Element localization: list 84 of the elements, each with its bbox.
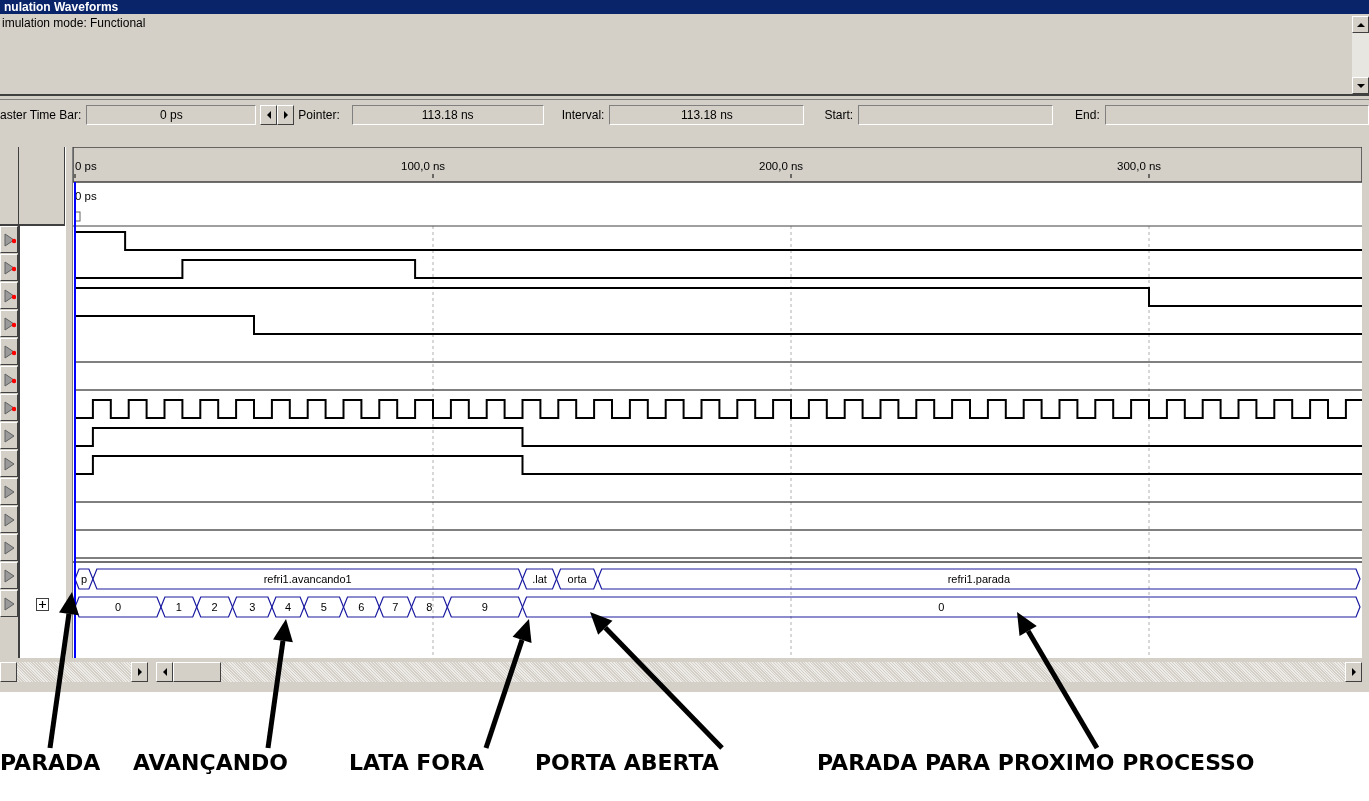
pin-type-button[interactable] [0,254,18,281]
input-pin-icon [2,315,16,332]
bus-value: refri1.parada [597,568,1361,590]
previous-transition-button[interactable] [260,105,278,125]
master-time-field[interactable]: 0 ps [86,105,257,125]
input-pin-icon [2,343,16,360]
annotation-label: LATA FORA [349,750,485,775]
output-pin-icon [2,483,16,500]
expand-button[interactable] [36,597,49,611]
pin-type-button[interactable] [0,394,18,421]
bus-value: 0 [521,596,1361,618]
start-label: Start: [824,108,854,122]
scroll-right-button[interactable] [131,662,148,682]
pin-type-button[interactable] [0,506,18,533]
output-pin-icon [2,595,16,612]
pin-type-button[interactable] [0,282,18,309]
pin-type-button[interactable] [0,366,18,393]
time-ruler-label: 300,0 ns [1117,160,1162,179]
annotation-label: PORTA ABERTA [535,750,719,775]
horizontal-scrollbar[interactable] [17,662,148,682]
output-pin-icon [2,511,16,528]
pin-type-button[interactable] [0,338,18,365]
scrollbar-thumb[interactable] [173,662,221,682]
output-pin-icon [2,455,16,472]
master-time-bar-label: aster Time Bar: [0,108,82,122]
bus-value: 1 [160,596,198,618]
pin-type-button[interactable] [0,562,18,589]
scroll-right-button[interactable] [1345,662,1362,682]
pin-type-button[interactable] [0,590,18,617]
output-pin-icon [2,567,16,584]
annotation-label: PARADA [0,750,101,775]
end-field[interactable] [1104,105,1369,125]
interval-label: Interval: [561,108,605,122]
bus-value: refri1.avancando1 [92,568,524,590]
plus-icon [39,600,46,608]
output-pin-icon [2,427,16,444]
pin-type-button[interactable] [0,478,18,505]
bus-value: 9 [446,596,524,618]
time-marker-label: 0 ps [75,190,97,202]
output-pin-icon [2,539,16,556]
scroll-down-button[interactable] [1352,77,1369,94]
bus-value: .lat [521,568,558,590]
pin-type-button[interactable] [0,422,18,449]
window-title: nulation Waveforms [0,0,1369,14]
simulation-mode-text: imulation mode: Functional [2,16,146,30]
annotation-label: PARADA PARA PROXIMO PROCESSO [817,750,1255,775]
bus-value: 2 [196,596,234,618]
pin-type-button[interactable] [0,450,18,477]
time-ruler-label: 0 ps [74,160,97,179]
input-pin-icon [2,231,16,248]
interval-field[interactable]: 113.18 ns [609,105,805,125]
time-marker-handle[interactable] [74,211,81,222]
bus-value: 8 [410,596,448,618]
bus-value: 5 [303,596,345,618]
bus-value: 0 [74,596,162,618]
right-arrow-icon [281,110,290,120]
bus-value: 3 [231,596,273,618]
end-label: End: [1075,108,1100,122]
horizontal-scrollbar[interactable] [156,662,1362,682]
bus-value: p [74,568,94,590]
pin-type-button[interactable] [0,310,18,337]
pin-type-button[interactable] [0,226,18,253]
time-ruler-label: 100,0 ns [401,160,446,179]
bus-value: 4 [271,596,305,618]
annotation-label: AVANÇANDO [133,750,289,775]
vertical-scrollbar[interactable] [1352,16,1369,94]
next-transition-button[interactable] [277,105,295,125]
start-field[interactable] [858,105,1054,125]
pin-type-button[interactable] [0,534,18,561]
scroll-left-button[interactable] [156,662,173,682]
pointer-field[interactable]: 113.18 ns [351,105,544,125]
input-pin-icon [2,287,16,304]
bus-value: 7 [378,596,413,618]
pointer-label: Pointer: [298,108,340,122]
input-pin-icon [2,259,16,276]
scroll-up-button[interactable] [1352,16,1369,33]
time-ruler-label: 200,0 ns [759,160,804,179]
right-arrow-icon [135,667,144,677]
input-pin-icon [2,371,16,388]
bus-value: orta [555,568,599,590]
bus-value: 6 [342,596,380,618]
scrollbar-thumb[interactable] [0,662,17,682]
right-arrow-icon [1349,667,1358,677]
input-pin-icon [2,399,16,416]
